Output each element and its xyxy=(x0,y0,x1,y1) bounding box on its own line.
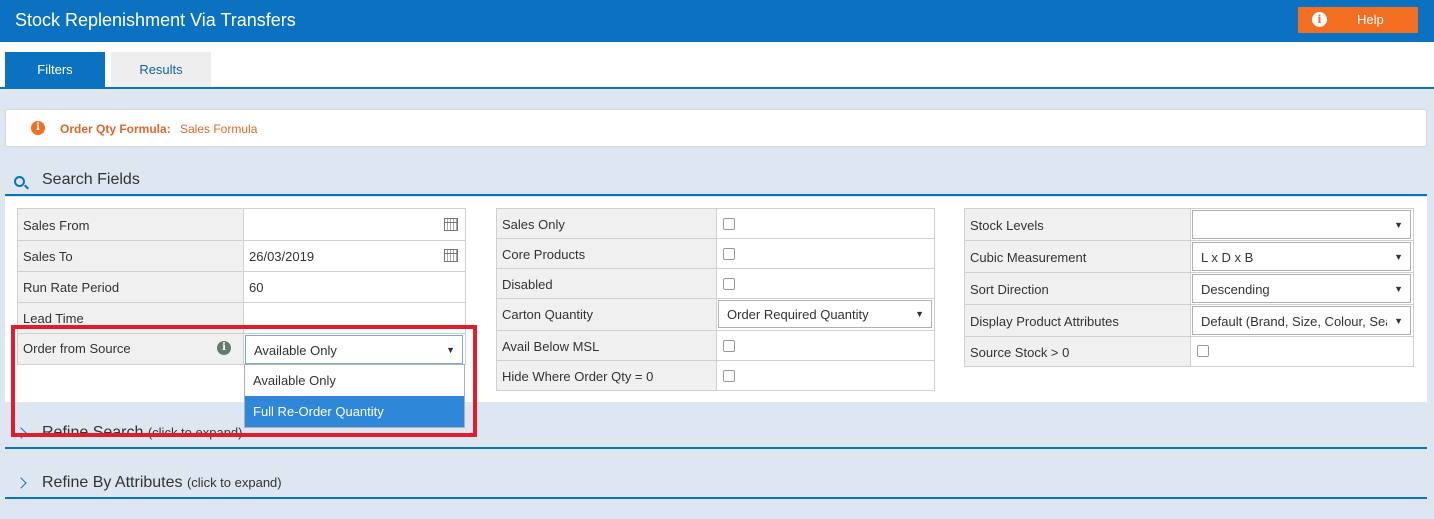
disabled-label: Disabled xyxy=(497,269,717,298)
dropdown-arrow-icon: ▼ xyxy=(1394,220,1403,230)
sales-from-label: Sales From xyxy=(18,209,244,240)
sales-to-value: 26/03/2019 xyxy=(249,249,315,264)
info-icon: i xyxy=(1312,12,1327,27)
calendar-icon[interactable] xyxy=(444,218,458,231)
sales-to-input[interactable]: 26/03/2019 xyxy=(244,241,465,271)
formula-value: Sales Formula xyxy=(180,122,258,136)
option-full-reorder-quantity[interactable]: Full Re-Order Quantity xyxy=(245,396,464,427)
dropdown-arrow-icon: ▼ xyxy=(1394,284,1403,294)
cubic-measurement-select[interactable]: L x D x B ▼ xyxy=(1192,242,1411,271)
disabled-checkbox[interactable] xyxy=(723,278,735,290)
cubic-measurement-label: Cubic Measurement xyxy=(965,241,1191,272)
source-stock-label: Source Stock > 0 xyxy=(965,337,1191,366)
order-source-options: Available Only Full Re-Order Quantity xyxy=(244,364,465,428)
refine-attributes-header[interactable]: Refine By Attributes (click to expand) xyxy=(5,469,1427,499)
filter-row-source-stock: Source Stock > 0 xyxy=(965,337,1413,367)
core-products-checkbox[interactable] xyxy=(723,248,735,260)
filter-row-hide-zero-qty: Hide Where Order Qty = 0 xyxy=(497,361,934,391)
app-header: Stock Replenishment Via Transfers i Help xyxy=(0,0,1434,42)
chevron-right-icon xyxy=(15,477,27,489)
left-filter-table: Sales From Sales To 26/03/2019 Run Rate … xyxy=(17,208,466,365)
sort-direction-select[interactable]: Descending ▼ xyxy=(1192,274,1411,303)
run-rate-label: Run Rate Period xyxy=(18,272,244,302)
cubic-measurement-selected: L x D x B xyxy=(1201,250,1254,265)
tab-bar: Filters Results xyxy=(0,42,1434,89)
refine-attributes-title: Refine By Attributes (click to expand) xyxy=(42,474,282,491)
sales-only-label: Sales Only xyxy=(497,209,717,238)
formula-label: Order Qty Formula: xyxy=(60,122,171,136)
dropdown-arrow-icon: ▼ xyxy=(915,309,924,319)
carton-quantity-label: Carton Quantity xyxy=(497,299,717,330)
right-filter-table: Stock Levels ▼ Cubic Measurement L x D x… xyxy=(964,208,1414,367)
carton-quantity-selected: Order Required Quantity xyxy=(727,307,869,322)
run-rate-input[interactable]: 60 xyxy=(244,272,465,302)
refine-search-header[interactable]: Refine Search (click to expand) xyxy=(5,419,1427,449)
sales-to-label: Sales To xyxy=(18,241,244,271)
filter-row-sales-from: Sales From xyxy=(18,209,465,241)
filter-row-carton-quantity: Carton Quantity Order Required Quantity … xyxy=(497,299,934,331)
dropdown-arrow-icon: ▼ xyxy=(1394,252,1403,262)
tab-results[interactable]: Results xyxy=(111,52,211,87)
order-source-label: Order from Source i xyxy=(18,334,244,364)
tab-filters[interactable]: Filters xyxy=(5,52,105,87)
display-attributes-selected: Default (Brand, Size, Colour, Sea xyxy=(1201,314,1387,329)
display-attributes-label: Display Product Attributes xyxy=(965,305,1191,336)
help-button-label: Help xyxy=(1357,12,1384,27)
middle-filter-table: Sales Only Core Products Disabled Carton… xyxy=(496,208,935,391)
filter-row-disabled: Disabled xyxy=(497,269,934,299)
order-source-select[interactable]: Available Only ▼ xyxy=(245,335,463,364)
filter-row-display-attributes: Display Product Attributes Default (Bran… xyxy=(965,305,1413,337)
filter-row-run-rate: Run Rate Period 60 xyxy=(18,272,465,303)
filter-row-core-products: Core Products xyxy=(497,239,934,269)
dropdown-arrow-icon: ▼ xyxy=(1394,316,1403,326)
order-source-label-text: Order from Source xyxy=(23,341,131,356)
filter-row-sort-direction: Sort Direction Descending ▼ xyxy=(965,273,1413,305)
source-stock-checkbox[interactable] xyxy=(1197,345,1209,357)
order-qty-formula-notice: i Order Qty Formula: Sales Formula xyxy=(5,109,1427,147)
search-fields-header[interactable]: Search Fields xyxy=(5,166,1427,196)
option-available-only[interactable]: Available Only xyxy=(245,365,464,396)
sort-direction-label: Sort Direction xyxy=(965,273,1191,304)
lead-time-label: Lead Time xyxy=(18,303,244,333)
info-icon: i xyxy=(31,121,45,135)
filter-row-avail-below-msl: Avail Below MSL xyxy=(497,331,934,361)
sales-from-input[interactable] xyxy=(244,209,465,240)
filter-row-sales-only: Sales Only xyxy=(497,209,934,239)
hide-zero-qty-label: Hide Where Order Qty = 0 xyxy=(497,361,717,390)
avail-below-msl-label: Avail Below MSL xyxy=(497,331,717,360)
carton-quantity-select[interactable]: Order Required Quantity ▼ xyxy=(718,300,932,328)
avail-below-msl-checkbox[interactable] xyxy=(723,340,735,352)
sort-direction-selected: Descending xyxy=(1201,282,1270,297)
filter-row-lead-time: Lead Time xyxy=(18,303,465,334)
chevron-right-icon xyxy=(15,427,27,439)
help-button[interactable]: i Help xyxy=(1298,7,1418,33)
search-fields-title: Search Fields xyxy=(42,171,140,188)
filter-row-stock-levels: Stock Levels ▼ xyxy=(965,209,1413,241)
filter-row-sales-to: Sales To 26/03/2019 xyxy=(18,241,465,272)
stock-levels-label: Stock Levels xyxy=(965,209,1191,240)
calendar-icon[interactable] xyxy=(444,249,458,262)
page-title: Stock Replenishment Via Transfers xyxy=(15,10,296,30)
lead-time-input[interactable] xyxy=(244,303,465,333)
sales-only-checkbox[interactable] xyxy=(723,218,735,230)
filter-row-order-source: Order from Source i Available Only ▼ xyxy=(18,334,465,365)
refine-search-title: Refine Search (click to expand) xyxy=(42,424,243,441)
search-icon xyxy=(14,176,25,187)
filter-row-cubic-measurement: Cubic Measurement L x D x B ▼ xyxy=(965,241,1413,273)
hide-zero-qty-checkbox[interactable] xyxy=(723,370,735,382)
display-attributes-select[interactable]: Default (Brand, Size, Colour, Sea ▼ xyxy=(1192,306,1411,335)
core-products-label: Core Products xyxy=(497,239,717,268)
order-source-cell: Available Only ▼ xyxy=(244,334,465,364)
stock-levels-select[interactable]: ▼ xyxy=(1192,210,1411,239)
run-rate-value: 60 xyxy=(249,280,264,295)
info-icon[interactable]: i xyxy=(217,341,231,355)
order-source-selected: Available Only xyxy=(254,343,337,358)
dropdown-arrow-icon: ▼ xyxy=(446,345,455,355)
